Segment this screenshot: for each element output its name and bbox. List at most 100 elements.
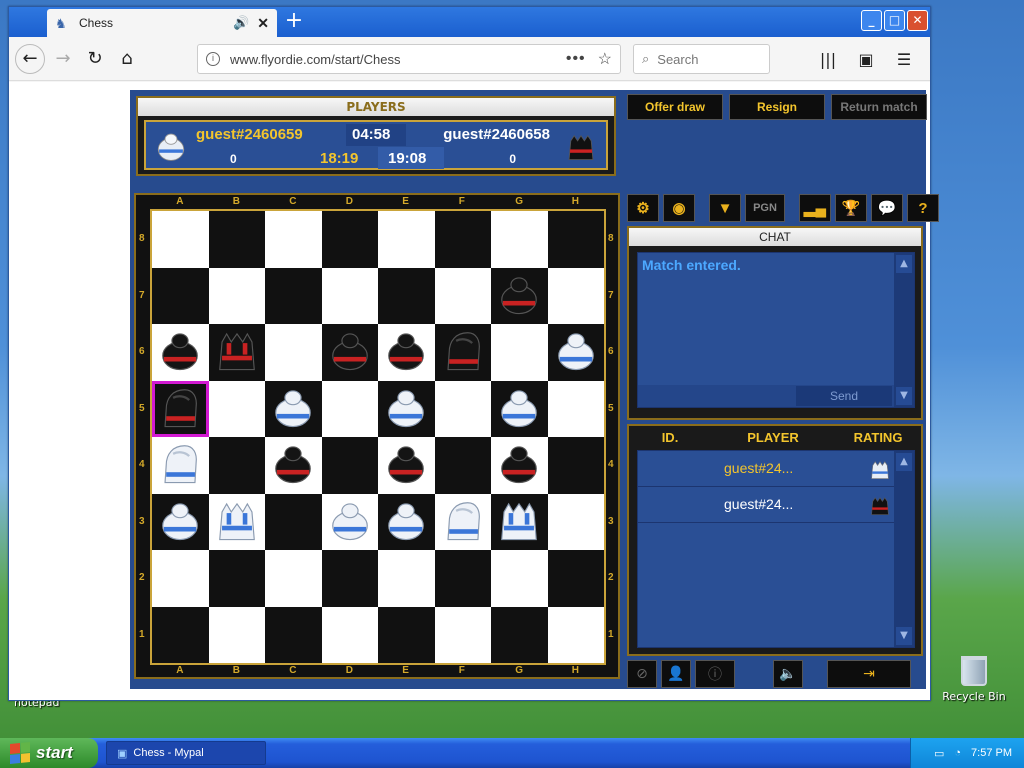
forward-button[interactable]: → — [47, 43, 79, 75]
square-h7[interactable] — [547, 267, 604, 324]
square-g4[interactable] — [491, 437, 548, 494]
square-a3[interactable] — [152, 493, 209, 550]
square-h2[interactable] — [547, 550, 604, 607]
square-c2[interactable] — [265, 550, 322, 607]
square-b7[interactable] — [208, 267, 265, 324]
start-button[interactable]: start — [0, 738, 98, 768]
search-input[interactable]: ⌕ Search — [633, 44, 770, 74]
square-a2[interactable] — [152, 550, 209, 607]
square-b5[interactable] — [208, 380, 265, 437]
square-e6[interactable] — [378, 324, 435, 381]
dropdown-arrow-icon[interactable]: ▼ — [709, 194, 741, 222]
square-f7[interactable] — [434, 267, 491, 324]
scroll-down-icon[interactable]: ▼ — [896, 627, 912, 645]
square-a6[interactable] — [152, 324, 209, 381]
square-h8[interactable] — [547, 211, 604, 268]
url-bar[interactable]: i www.flyordie.com/start/Chess ••• ☆ — [197, 44, 621, 74]
square-h3[interactable] — [547, 493, 604, 550]
black-pawn-piece[interactable] — [496, 440, 542, 490]
square-g3[interactable] — [491, 493, 548, 550]
square-e7[interactable] — [378, 267, 435, 324]
square-g8[interactable] — [491, 211, 548, 268]
player-list-scrollbar[interactable]: ▲ ▼ — [894, 451, 914, 647]
square-b4[interactable] — [208, 437, 265, 494]
square-a4[interactable] — [152, 437, 209, 494]
black-knight-piece[interactable] — [440, 327, 486, 377]
square-a7[interactable] — [152, 267, 209, 324]
close-window-button[interactable]: ✕ — [907, 10, 928, 31]
minimize-button[interactable]: _ — [861, 10, 882, 31]
white-pawn-piece[interactable] — [553, 327, 599, 377]
help-icon[interactable]: ? — [907, 194, 939, 222]
trophy-icon[interactable]: 🏆 — [835, 194, 867, 222]
white-pawn-piece[interactable] — [157, 497, 203, 547]
black-pawn-piece[interactable] — [327, 327, 373, 377]
square-d1[interactable] — [321, 606, 378, 663]
white-pawn-piece[interactable] — [496, 384, 542, 434]
square-d8[interactable] — [321, 211, 378, 268]
square-e5[interactable] — [378, 380, 435, 437]
square-c8[interactable] — [265, 211, 322, 268]
sound-icon[interactable]: 🔈 — [773, 660, 803, 688]
network-icon[interactable]: ▭ — [934, 747, 944, 760]
scroll-down-icon[interactable]: ▼ — [896, 387, 912, 405]
offer-draw-button[interactable]: Offer draw — [627, 94, 723, 120]
square-e4[interactable] — [378, 437, 435, 494]
exit-icon[interactable]: ⇥ — [827, 660, 911, 688]
tab-chess[interactable]: ♞ Chess 🔊 ✕ — [47, 9, 277, 37]
square-e8[interactable] — [378, 211, 435, 268]
reload-button[interactable]: ↻ — [79, 43, 111, 75]
back-button[interactable]: ← — [15, 43, 45, 74]
rankings-icon[interactable]: ▂▄ — [799, 194, 831, 222]
square-f6[interactable] — [434, 324, 491, 381]
white-knight-piece[interactable] — [440, 497, 486, 547]
player-row[interactable]: guest#24... — [638, 487, 894, 523]
pgn-button[interactable]: PGN — [745, 194, 785, 222]
square-f2[interactable] — [434, 550, 491, 607]
site-info-icon[interactable]: i — [206, 52, 220, 66]
taskbar-item-chess[interactable]: ▣ Chess - Mypal — [106, 741, 266, 765]
square-b6[interactable] — [208, 324, 265, 381]
home-button[interactable]: ⌂ — [111, 43, 143, 75]
page-actions-icon[interactable]: ••• — [566, 50, 586, 68]
square-h6[interactable] — [547, 324, 604, 381]
white-pawn-piece[interactable] — [327, 497, 373, 547]
settings-gear-icon[interactable]: ⚙ — [627, 194, 659, 222]
square-f3[interactable] — [434, 493, 491, 550]
square-d7[interactable] — [321, 267, 378, 324]
white-rook-piece[interactable] — [496, 497, 542, 547]
square-g2[interactable] — [491, 550, 548, 607]
square-e2[interactable] — [378, 550, 435, 607]
resign-button[interactable]: Resign — [729, 94, 825, 120]
square-f4[interactable] — [434, 437, 491, 494]
black-pawn-piece[interactable] — [383, 327, 429, 377]
chat-scrollbar[interactable]: ▲ ▼ — [894, 253, 914, 407]
profile-icon[interactable]: 👤 — [661, 660, 691, 688]
square-h4[interactable] — [547, 437, 604, 494]
white-rook-piece[interactable] — [214, 497, 260, 547]
volume-icon[interactable]: ◔ — [954, 747, 961, 759]
square-c7[interactable] — [265, 267, 322, 324]
square-d6[interactable] — [321, 324, 378, 381]
square-h1[interactable] — [547, 606, 604, 663]
square-c5[interactable] — [265, 380, 322, 437]
square-g5[interactable] — [491, 380, 548, 437]
clock[interactable]: 7:57 PM — [971, 747, 1012, 759]
chess-board[interactable] — [152, 211, 604, 663]
square-d5[interactable] — [321, 380, 378, 437]
chat-bubble-icon[interactable]: 💬 — [871, 194, 903, 222]
tab-close-icon[interactable]: ✕ — [257, 15, 269, 32]
bookmark-star-icon[interactable]: ☆ — [598, 49, 612, 69]
square-f1[interactable] — [434, 606, 491, 663]
square-g6[interactable] — [491, 324, 548, 381]
return-match-button[interactable]: Return match — [831, 94, 927, 120]
black-pawn-piece[interactable] — [157, 327, 203, 377]
square-c6[interactable] — [265, 324, 322, 381]
square-g1[interactable] — [491, 606, 548, 663]
square-b2[interactable] — [208, 550, 265, 607]
white-pawn-piece[interactable] — [383, 384, 429, 434]
sidebar-icon[interactable]: ▣ — [850, 44, 882, 74]
square-f5[interactable] — [434, 380, 491, 437]
black-pawn-piece[interactable] — [270, 440, 316, 490]
square-e1[interactable] — [378, 606, 435, 663]
